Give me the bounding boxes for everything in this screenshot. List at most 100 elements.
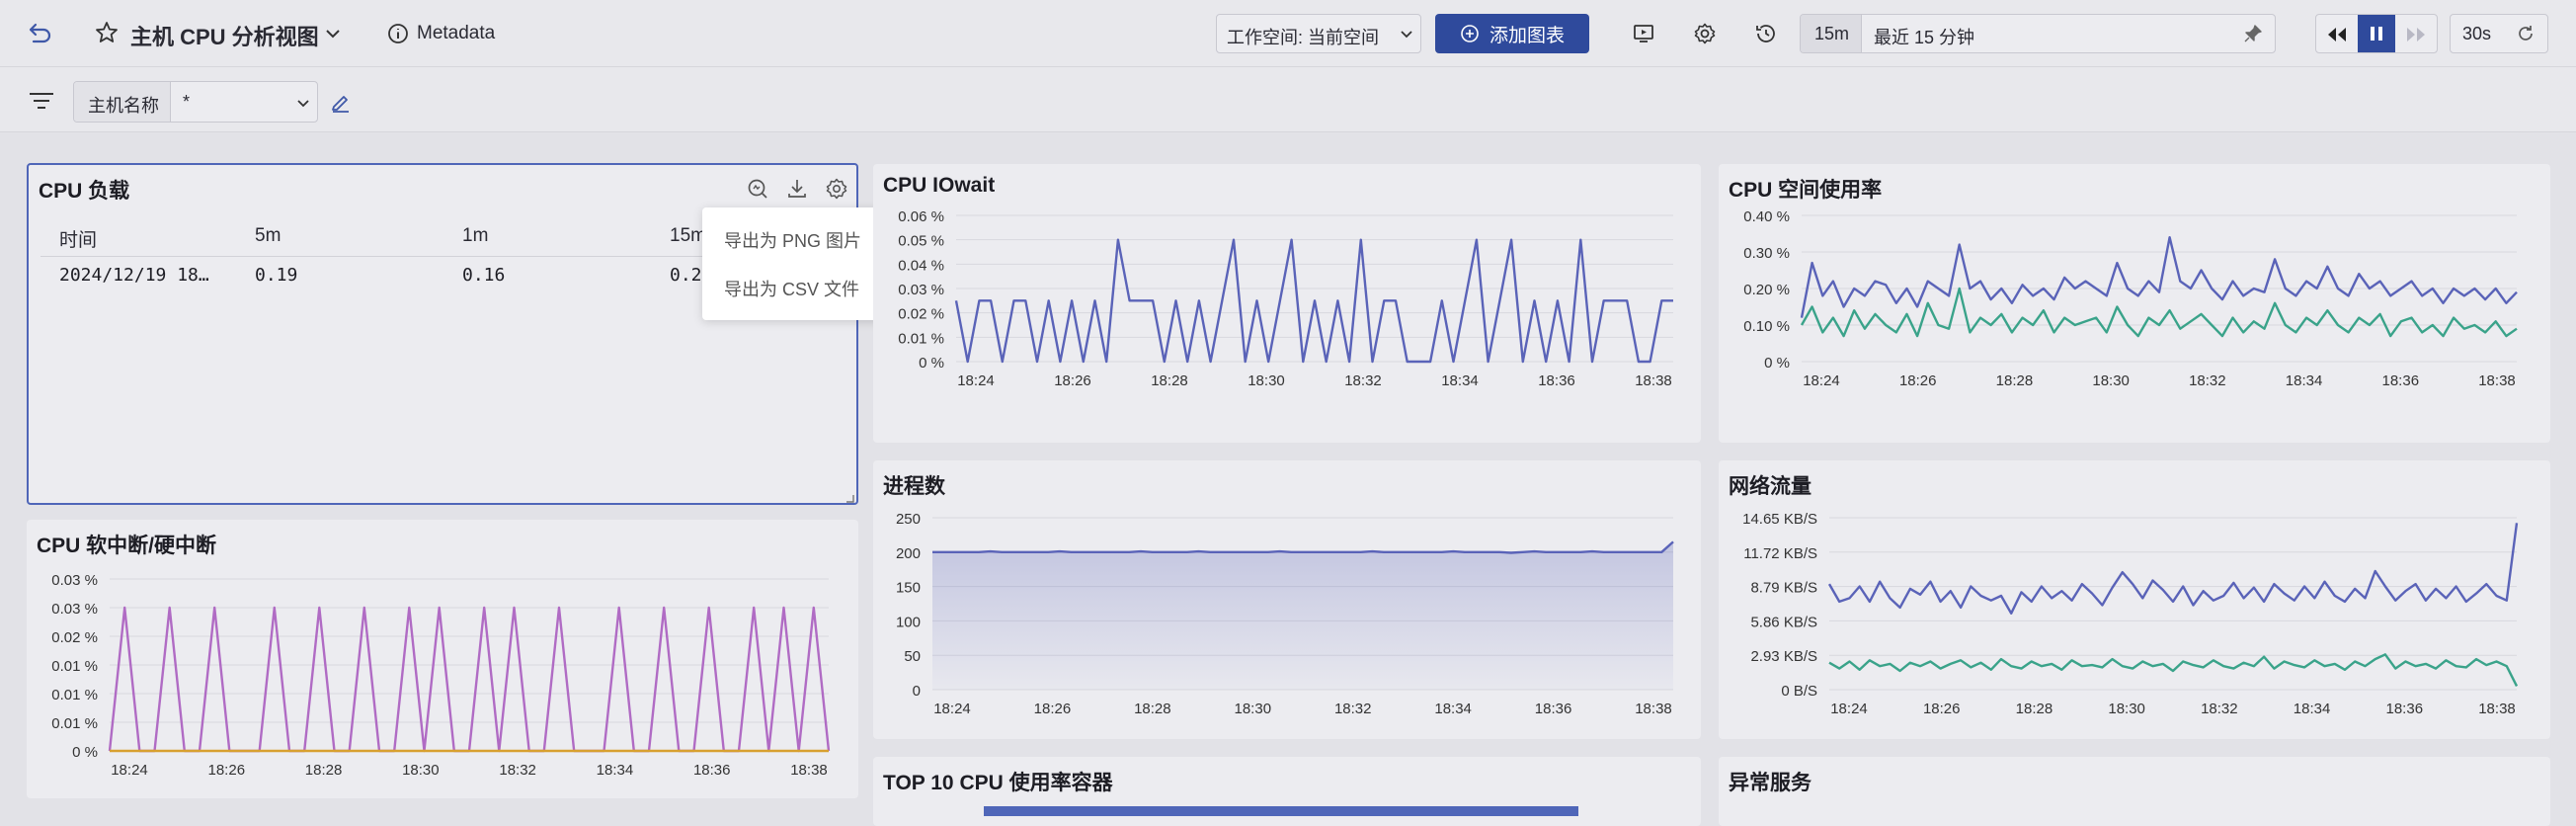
x-tick-label: 18:24	[957, 372, 995, 389]
x-tick-label: 18:28	[1134, 701, 1171, 717]
workspace-select[interactable]: 工作空间: 当前空间	[1216, 14, 1421, 53]
table-cell: 0.19	[255, 265, 298, 286]
x-tick-label: 18:30	[402, 762, 440, 779]
panel-title: 异常服务	[1729, 772, 1811, 794]
y-tick-label: 0.03 %	[898, 282, 944, 298]
x-tick-label: 18:30	[2108, 701, 2145, 717]
refresh-interval-select[interactable]: 30s	[2450, 14, 2548, 53]
history-button[interactable]	[1746, 14, 1786, 53]
x-tick-label: 18:38	[2478, 701, 2516, 717]
panel-proc-count[interactable]: 进程数 250 200 150 100 50 0 18:24 18:26 18:28 18:30 1…	[873, 460, 1701, 739]
x-tick-label: 18:36	[1535, 701, 1572, 717]
y-tick-label: 0.20 %	[1743, 282, 1790, 298]
host-filter-label: 主机名称	[88, 96, 159, 116]
star-icon[interactable]	[95, 21, 119, 44]
playback-controls	[2315, 14, 2438, 53]
series-line	[954, 238, 1673, 364]
panel-title: TOP 10 CPU 使用率容器	[883, 772, 1113, 794]
export-png-item[interactable]: 导出为 PNG 图片	[724, 227, 861, 253]
time-range-picker[interactable]: 15m 最近 15 分钟	[1800, 14, 2276, 53]
add-chart-button[interactable]: 添加图表	[1435, 14, 1589, 53]
time-range-label: 最近 15 分钟	[1874, 28, 1975, 47]
y-tick-label: 200	[896, 545, 921, 562]
y-tick-label: 0.01 %	[51, 715, 98, 732]
panel-title: 网络流量	[1729, 475, 1811, 498]
chevron-down-icon[interactable]	[324, 28, 342, 40]
fast-forward-icon[interactable]	[2405, 25, 2427, 44]
settings-button[interactable]	[1685, 14, 1725, 53]
filter-icon[interactable]	[28, 91, 55, 111]
top-bar: 主机 CPU 分析视图 Metadata 工作空间: 当前空间 添加图表 15m…	[0, 0, 2576, 67]
table-cell: 0.2	[670, 265, 702, 286]
back-icon[interactable]	[28, 20, 53, 45]
pin-icon[interactable]	[2243, 24, 2263, 43]
panel-top10[interactable]: TOP 10 CPU 使用率容器	[873, 757, 1701, 826]
panel-cpu-irq[interactable]: CPU 软中断/硬中断 0.03 % 0.03 % 0.02 % 0.01 % 0.01…	[27, 520, 858, 798]
series-line	[1800, 287, 2518, 338]
play-screen-button[interactable]	[1624, 14, 1663, 53]
screen-play-icon	[1634, 25, 1653, 42]
host-filter[interactable]: 主机名称 *	[73, 81, 318, 123]
y-tick-label: 50	[904, 648, 921, 665]
chevron-down-icon	[297, 100, 309, 108]
y-tick-label: 0.02 %	[51, 629, 98, 646]
column-header[interactable]: 1m	[462, 225, 488, 247]
net-chart: 14.65 KB/S 11.72 KB/S 8.79 KB/S 5.86 KB/S 2.…	[1742, 511, 2519, 717]
chevron-down-icon	[1401, 31, 1412, 39]
column-header[interactable]: 5m	[255, 225, 281, 247]
metadata-link[interactable]: Metadata	[417, 23, 495, 44]
panel-abnormal[interactable]: 异常服务	[1719, 757, 2550, 826]
y-tick-label: 2.93 KB/S	[1750, 648, 1817, 665]
y-tick-label: 250	[896, 511, 921, 528]
panel-cpu-iowait[interactable]: CPU IOwait 0.06 % 0.05 % 0.04 % 0.03 % 0.02 …	[873, 164, 1701, 443]
x-tick-label: 18:34	[1434, 701, 1472, 717]
series-line	[108, 606, 831, 753]
x-tick-label: 18:24	[1830, 701, 1868, 717]
rewind-icon[interactable]	[2326, 25, 2348, 44]
x-tick-label: 18:32	[499, 762, 536, 779]
y-tick-label: 0 %	[919, 355, 944, 372]
export-csv-item[interactable]: 导出为 CSV 文件	[724, 276, 859, 301]
y-tick-label: 0 B/S	[1781, 683, 1817, 700]
x-tick-label: 18:34	[1441, 372, 1479, 389]
resize-handle-icon[interactable]	[843, 491, 854, 503]
column-header[interactable]: 15m	[670, 225, 706, 247]
y-tick-label: 0.01 %	[51, 687, 98, 703]
x-tick-label: 18:28	[1996, 372, 2034, 389]
edit-icon[interactable]	[330, 91, 352, 113]
y-tick-label: 0	[913, 683, 921, 700]
column-header[interactable]: 时间	[59, 225, 97, 252]
x-tick-label: 18:26	[1054, 372, 1091, 389]
y-tick-label: 0.02 %	[898, 306, 944, 323]
proc-chart: 250 200 150 100 50 0 18:24 18:26 18:28 18:30 18:32…	[896, 511, 1674, 717]
add-chart-label: 添加图表	[1489, 25, 1565, 46]
y-tick-label: 0.05 %	[898, 233, 944, 250]
x-tick-label: 18:30	[1235, 701, 1272, 717]
panel-net-flow[interactable]: 网络流量 14.65 KB/S 11.72 KB/S 8.79 KB/S 5.86 K…	[1719, 460, 2550, 739]
iowait-chart: 0.06 % 0.05 % 0.04 % 0.03 % 0.02 % 0.01 % 0 % 1…	[898, 208, 1673, 389]
page-title: 主机 CPU 分析视图	[130, 25, 319, 49]
x-tick-label: 18:34	[2294, 701, 2331, 717]
x-tick-label: 18:24	[933, 701, 971, 717]
gear-icon[interactable]	[825, 177, 848, 201]
plus-circle-icon	[1461, 25, 1479, 42]
x-tick-label: 18:36	[2386, 701, 2424, 717]
host-filter-value: *	[183, 92, 191, 112]
export-menu: 导出为 PNG 图片 导出为 CSV 文件	[702, 207, 890, 320]
x-tick-label: 18:28	[1151, 372, 1188, 389]
x-tick-label: 18:36	[1538, 372, 1575, 389]
y-tick-label: 14.65 KB/S	[1742, 511, 1817, 528]
y-tick-label: 0 %	[72, 744, 98, 761]
pause-button[interactable]	[2358, 15, 2395, 52]
x-tick-label: 18:38	[2478, 372, 2516, 389]
history-icon	[1756, 25, 1775, 42]
series-line	[1828, 653, 2519, 687]
gear-icon	[1694, 23, 1716, 44]
zoom-icon[interactable]	[746, 177, 769, 201]
refresh-icon	[2519, 26, 2533, 41]
y-tick-label: 0.03 %	[51, 572, 98, 589]
download-icon[interactable]	[785, 177, 809, 201]
x-tick-label: 18:30	[2092, 372, 2130, 389]
top10-bar	[984, 806, 1578, 816]
panel-cpu-space[interactable]: CPU 空间使用率 0.40 % 0.30 % 0.20 % 0.10 % 0 % 18:…	[1719, 164, 2550, 443]
